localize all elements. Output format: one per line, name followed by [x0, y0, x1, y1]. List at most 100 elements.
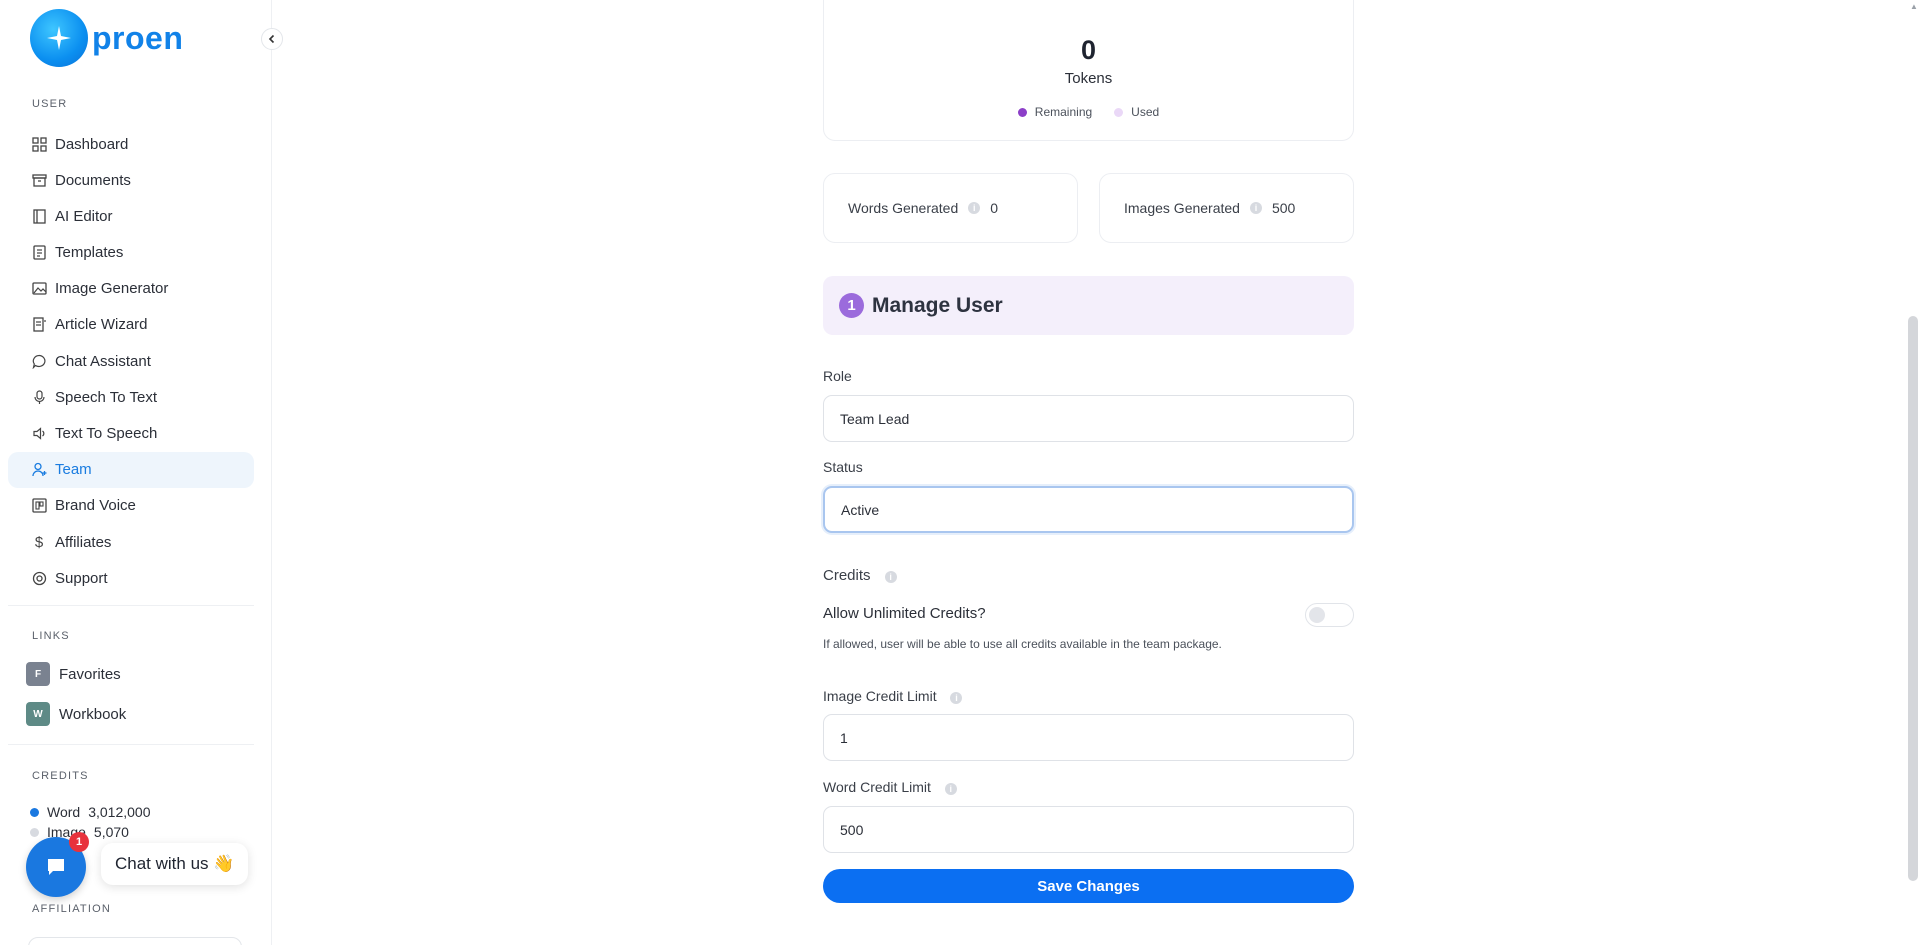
credit-value: 5,070	[93, 824, 129, 840]
stat-value: 500	[1271, 200, 1296, 216]
tokens-value: 0	[1080, 35, 1097, 65]
sidebar-item-team[interactable]: Team	[8, 451, 254, 488]
article-icon	[31, 317, 47, 333]
sidebar-item-label: Article Wizard	[55, 316, 148, 334]
credit-value: 3,012,000	[88, 804, 151, 820]
stat-value: 0	[990, 200, 999, 216]
word-credit-dot	[30, 807, 39, 817]
save-changes-button[interactable]: Save Changes	[823, 869, 1354, 903]
stat-label: Words Generated	[848, 200, 959, 216]
sidebar-item-brand-voice[interactable]: Brand Voice	[8, 488, 254, 524]
link-badge: W	[26, 702, 50, 726]
sidebar-item-article-wizard[interactable]: Article Wizard	[8, 307, 254, 343]
manage-user-header: 1 Manage User	[823, 276, 1354, 335]
sidebar-item-label: Templates	[55, 244, 124, 262]
section-label-credits: CREDITS	[32, 770, 89, 782]
status-label: Status	[823, 459, 863, 475]
collapse-sidebar-button[interactable]	[261, 28, 283, 50]
sidebar-item-support[interactable]: Support	[8, 560, 254, 596]
link-label: Workbook	[59, 705, 127, 723]
images-generated-card: Images Generated i 500	[1099, 173, 1354, 243]
section-label-affiliation: AFFILIATION	[32, 903, 112, 915]
sidebar-item-dashboard[interactable]: Dashboard	[8, 126, 254, 162]
word-credit-limit-input[interactable]: 500	[823, 806, 1354, 853]
role-select[interactable]: Team Lead	[823, 395, 1354, 442]
stat-label: Images Generated	[1124, 200, 1240, 216]
sidebar-item-templates[interactable]: Templates	[8, 235, 254, 271]
grid-icon	[31, 136, 47, 152]
info-icon[interactable]: i	[968, 202, 981, 214]
credit-name: Word	[47, 804, 81, 820]
brand-logo[interactable]: proen	[30, 9, 183, 67]
sidebar-item-chat-assistant[interactable]: Chat Assistant	[8, 343, 254, 379]
info-icon[interactable]: i	[884, 571, 897, 583]
chat-icon	[31, 353, 47, 369]
sidebar-item-label: Text To Speech	[55, 425, 158, 442]
link-item-workbook[interactable]: W Workbook	[26, 702, 126, 726]
chat-icon	[48, 859, 64, 875]
role-label: Role	[823, 368, 852, 384]
sidebar-divider	[8, 744, 254, 745]
unlimited-credits-toggle[interactable]	[1305, 603, 1354, 627]
toggle-knob	[1309, 607, 1325, 623]
tokens-label: Tokens	[1064, 70, 1113, 87]
unlimited-credits-help: If allowed, user will be able to use all…	[823, 637, 1222, 651]
sidebar-item-ai-editor[interactable]: AI Editor	[8, 198, 254, 234]
status-select[interactable]: Active	[823, 486, 1354, 533]
word-credit-limit-label: Word Credit Limit i	[823, 779, 967, 795]
user-plus-icon	[31, 462, 47, 478]
sidebar-item-documents[interactable]: Documents	[8, 162, 254, 198]
sidebar-item-image-generator[interactable]: Image Generator	[8, 271, 254, 307]
chat-with-us-button[interactable]: Chat with us 👋	[101, 843, 249, 885]
unlimited-credits-label: Allow Unlimited Credits?	[823, 605, 986, 622]
image-credit-dot	[30, 827, 39, 837]
sidebar-item-text-to-speech[interactable]: Text To Speech	[8, 416, 254, 452]
page-scrollbar[interactable]	[1908, 316, 1918, 881]
words-generated-card: Words Generated i 0	[823, 173, 1078, 243]
file-text-icon	[31, 245, 47, 261]
speaker-icon	[31, 426, 47, 442]
credit-row-word: Word 3,012,000	[30, 804, 151, 820]
chevron-left-icon	[268, 34, 275, 44]
brand-icon	[31, 498, 47, 514]
sidebar-item-label: Speech To Text	[55, 388, 158, 406]
microphone-icon	[31, 389, 47, 405]
sparkle-icon	[30, 9, 88, 67]
sidebar-item-label: Support	[55, 569, 108, 587]
credits-label: Credits i	[823, 567, 907, 584]
scroll-up-icon[interactable]: ▲	[1910, 2, 1918, 11]
sidebar-item-label: Team	[55, 461, 92, 479]
sidebar-item-label: Documents	[55, 171, 131, 189]
step-number: 1	[839, 293, 864, 318]
info-icon[interactable]: i	[944, 783, 957, 795]
image-icon	[31, 281, 47, 297]
sidebar-item-label: Chat Assistant	[55, 352, 151, 370]
manage-user-title: Manage User	[872, 293, 1003, 317]
sidebar-item-label: AI Editor	[55, 207, 113, 225]
affiliation-box[interactable]	[28, 937, 242, 945]
dollar-icon: $	[34, 533, 44, 551]
sidebar-item-label: Affiliates	[55, 533, 112, 551]
sidebar-item-speech-to-text[interactable]: Speech To Text	[8, 379, 254, 415]
tokens-card: 0 Tokens Remaining Used	[823, 0, 1354, 141]
sidebar-item-label: Brand Voice	[55, 497, 136, 515]
sidebar-item-affiliates[interactable]: $ Affiliates	[8, 524, 254, 560]
section-label-links: LINKS	[32, 630, 70, 642]
sidebar: proen USER Dashboard Documents AI Editor…	[0, 0, 283, 945]
info-icon[interactable]: i	[950, 692, 963, 704]
image-credit-limit-input[interactable]: 1	[823, 714, 1354, 761]
lifebuoy-icon	[31, 570, 47, 586]
sidebar-nav: Dashboard Documents AI Editor Templates …	[8, 126, 254, 596]
sidebar-divider	[8, 605, 254, 606]
legend-used: Used	[1114, 105, 1159, 119]
info-icon[interactable]: i	[1249, 202, 1262, 214]
link-badge: F	[26, 662, 50, 686]
sidebar-item-label: Dashboard	[55, 135, 129, 153]
archive-icon	[31, 172, 47, 188]
link-item-favorites[interactable]: F Favorites	[26, 662, 121, 686]
notebook-icon	[31, 208, 47, 224]
legend-remaining: Remaining	[1017, 105, 1092, 119]
chat-notification-badge: 1	[69, 832, 89, 852]
image-credit-limit-label: Image Credit Limit i	[823, 688, 972, 704]
brand-name: proen	[92, 19, 184, 56]
